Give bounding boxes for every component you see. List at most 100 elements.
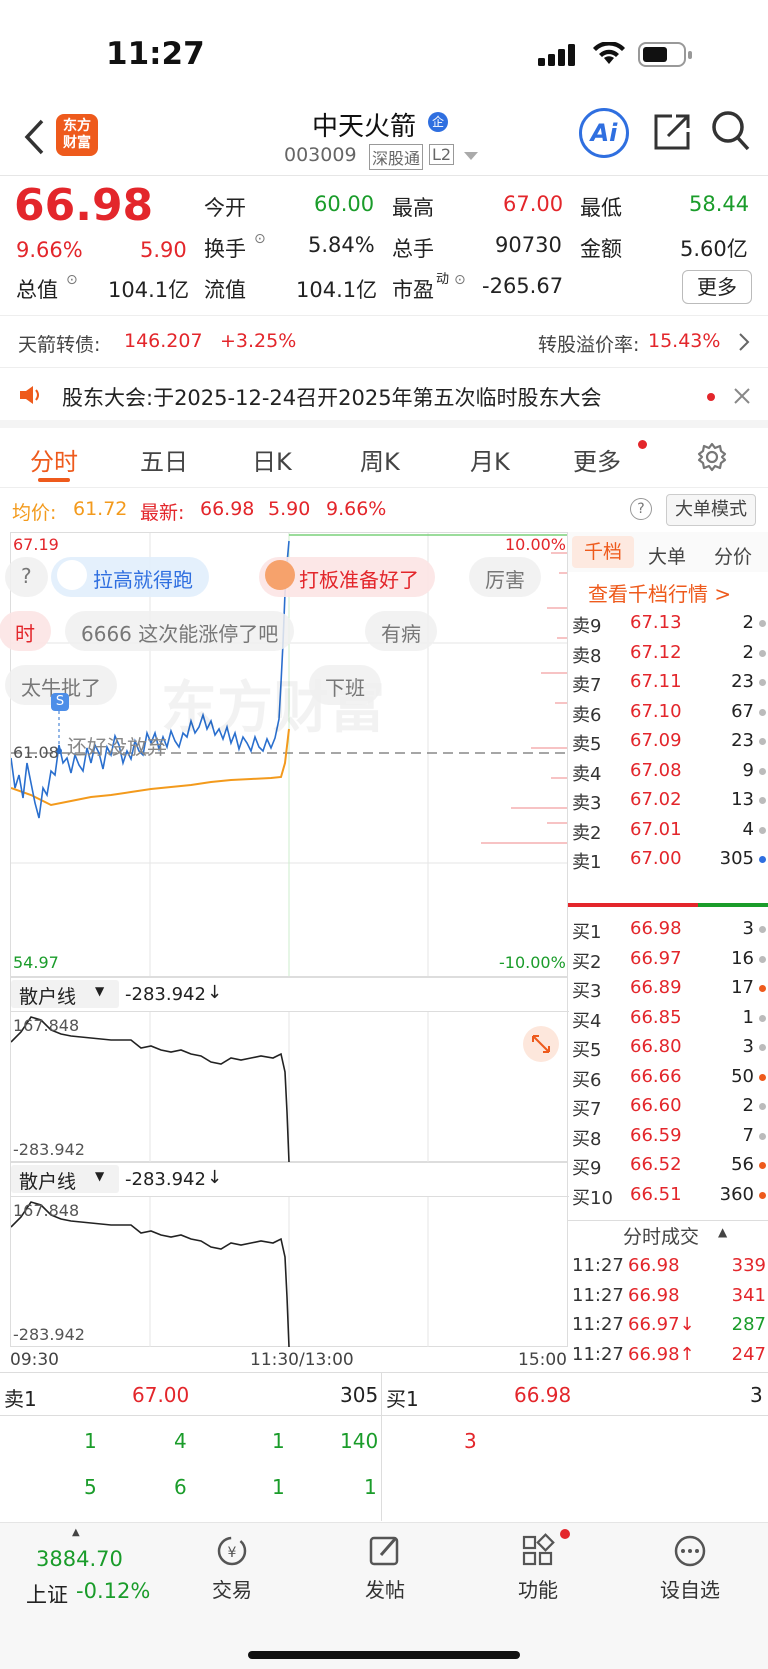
danmu-bubble[interactable]: 厉害 xyxy=(469,557,541,597)
expand-button[interactable] xyxy=(523,1026,559,1062)
more-button[interactable]: 更多 xyxy=(682,270,752,304)
close-icon[interactable] xyxy=(734,388,750,404)
help-icon[interactable]: ? xyxy=(630,498,652,520)
index-ticker[interactable]: ▲ 3884.70 上证 -0.12% xyxy=(10,1527,150,1617)
tab-weekly-k[interactable]: 周K xyxy=(360,442,400,477)
level-price: 66.51 xyxy=(630,1183,682,1205)
ask-row[interactable]: 卖2 67.01 4 xyxy=(568,815,768,846)
tab-big-order[interactable]: 大单 xyxy=(648,542,686,569)
gear-icon[interactable] xyxy=(697,442,727,472)
caret-down-icon: ▼ xyxy=(95,1169,105,1183)
tab-price-dist[interactable]: 分价 xyxy=(714,542,752,569)
danmu-bubble[interactable]: 时 xyxy=(0,611,51,651)
info-icon[interactable]: ⊙ xyxy=(66,272,78,288)
signal-marker-icon[interactable]: S xyxy=(51,693,69,711)
view-thousand-level-link[interactable]: 查看千档行情 > xyxy=(588,578,731,607)
low-value: 58.44 xyxy=(689,192,750,216)
trade-price: 66.98 xyxy=(628,1255,680,1276)
bid-row[interactable]: 买2 66.97 16 xyxy=(568,944,768,975)
bid-row[interactable]: 买3 66.89 17 xyxy=(568,973,768,1004)
ask-row[interactable]: 卖1 67.00 305 xyxy=(568,844,768,875)
trades-label[interactable]: 分时成交 xyxy=(623,1222,699,1249)
level-price: 67.10 xyxy=(630,700,682,722)
info-icon[interactable]: ⊙ xyxy=(254,231,266,247)
tab-daily-k[interactable]: 日K xyxy=(252,442,292,477)
order-dot xyxy=(759,1162,766,1169)
level-label: 买2 xyxy=(572,951,602,973)
intraday-chart[interactable]: 东方财富 67.19 10.00% 61.08 54.97 -10.00% ? … xyxy=(0,532,568,977)
home-indicator xyxy=(248,1651,520,1659)
indicator-top: 167.848 xyxy=(13,1016,80,1035)
level-price: 67.11 xyxy=(630,671,682,692)
more-icon xyxy=(674,1535,706,1567)
danmu-bubble[interactable]: ? xyxy=(5,557,48,597)
convertible-bond-row[interactable]: 天箭转债: 146.207 +3.25% 转股溢价率: 15.43% xyxy=(0,316,768,368)
axis-high: 67.19 xyxy=(13,535,59,554)
ask-row[interactable]: 卖4 67.08 9 xyxy=(568,756,768,787)
queue-order: 6 xyxy=(174,1475,187,1499)
pe-value: -265.67 xyxy=(482,274,564,298)
open-value: 60.00 xyxy=(314,192,375,216)
ask-row[interactable]: 卖8 67.12 2 xyxy=(568,638,768,669)
level-volume: 4 xyxy=(742,818,754,840)
danmu-bubble[interactable]: 下班 xyxy=(309,665,381,705)
tab-thousand-level[interactable]: 千档 xyxy=(572,536,634,568)
bid-row[interactable]: 买8 66.59 7 xyxy=(568,1121,768,1152)
indicator-panel: 散户线 ▼ -283.942 ↓ 167.848 -283.942 xyxy=(10,1162,569,1347)
indicator-panel: 散户线 ▼ -283.942 ↓ 167.848 -283.942 xyxy=(10,977,569,1162)
share-icon[interactable] xyxy=(652,112,692,152)
big-order-mode-button[interactable]: 大单模式 xyxy=(666,494,756,526)
last-price: 66.98 xyxy=(14,180,154,231)
svg-text:¥: ¥ xyxy=(228,1545,237,1561)
ask-row[interactable]: 卖6 67.10 67 xyxy=(568,697,768,728)
axis-mid: 61.08 xyxy=(13,743,59,762)
ai-button[interactable]: Ai xyxy=(579,108,629,158)
ask-row[interactable]: 卖9 67.13 2 xyxy=(568,608,768,639)
chevron-down-icon[interactable] xyxy=(464,152,478,162)
level-label: 买8 xyxy=(572,1128,602,1150)
tab-five-day[interactable]: 五日 xyxy=(140,442,188,477)
bid-row[interactable]: 买10 66.51 360 xyxy=(568,1180,768,1211)
danmu-bubble[interactable]: 还好没放弃 xyxy=(67,731,167,760)
danmu-bubble[interactable]: 打板准备好了 xyxy=(259,557,435,597)
tab-intraday[interactable]: 分时 xyxy=(30,442,78,477)
bid-row[interactable]: 买6 66.66 50 xyxy=(568,1062,768,1093)
bid-row[interactable]: 买9 66.52 56 xyxy=(568,1150,768,1181)
danmu-bubble[interactable]: 拉高就得跑 xyxy=(51,557,209,597)
ask-row[interactable]: 卖5 67.09 23 xyxy=(568,726,768,757)
nav-watchlist[interactable]: 设自选 xyxy=(630,1533,750,1603)
bid-row[interactable]: 买7 66.60 2 xyxy=(568,1091,768,1122)
indicator-selector[interactable]: 散户线 ▼ xyxy=(11,980,119,1008)
level-volume: 9 xyxy=(742,759,754,781)
danmu-bubble[interactable]: 6666 这次能涨停了吧 xyxy=(65,611,295,651)
announcement-bar[interactable]: 股东大会:于2025-12-24召开2025年第五次临时股东大会 xyxy=(0,368,768,428)
expand-icon xyxy=(532,1035,550,1053)
bid-row[interactable]: 买1 66.98 3 xyxy=(568,914,768,945)
back-icon[interactable] xyxy=(22,118,46,156)
indicator-selector[interactable]: 散户线 ▼ xyxy=(11,1165,119,1193)
trade-volume: 339 xyxy=(731,1255,766,1276)
indicator-plot xyxy=(11,1197,429,1347)
info-icon[interactable]: ⊙ xyxy=(454,272,466,288)
ask-row[interactable]: 卖3 67.02 13 xyxy=(568,785,768,816)
volume-label: 总手 xyxy=(392,237,434,261)
danmu-bubble[interactable]: 有病 xyxy=(365,611,437,651)
ask-row[interactable]: 卖7 67.11 23 xyxy=(568,667,768,698)
divider xyxy=(381,1373,382,1521)
nav-features[interactable]: 功能 xyxy=(478,1533,598,1603)
nav-post[interactable]: 发帖 xyxy=(325,1533,445,1603)
nav-trade[interactable]: ¥ 交易 xyxy=(172,1533,292,1603)
tab-monthly-k[interactable]: 月K xyxy=(470,442,510,477)
indicator-header: 散户线 ▼ -283.942 ↓ xyxy=(11,1163,569,1197)
bid-row[interactable]: 买4 66.85 1 xyxy=(568,1003,768,1034)
tab-more[interactable]: 更多 xyxy=(573,442,621,477)
level-label: 卖8 xyxy=(572,645,602,667)
bid-row[interactable]: 买5 66.80 3 xyxy=(568,1032,768,1063)
order-queue: 卖1 67.00 305 买1 66.98 3 1 4 1 140 5 6 1 … xyxy=(0,1372,768,1521)
level-price: 67.09 xyxy=(630,730,682,751)
search-icon[interactable] xyxy=(711,110,751,152)
order-dot xyxy=(759,826,766,834)
caret-down-icon: ▼ xyxy=(95,984,105,998)
open-label: 今开 xyxy=(204,196,246,220)
pe-label: 市盈 xyxy=(392,278,434,302)
